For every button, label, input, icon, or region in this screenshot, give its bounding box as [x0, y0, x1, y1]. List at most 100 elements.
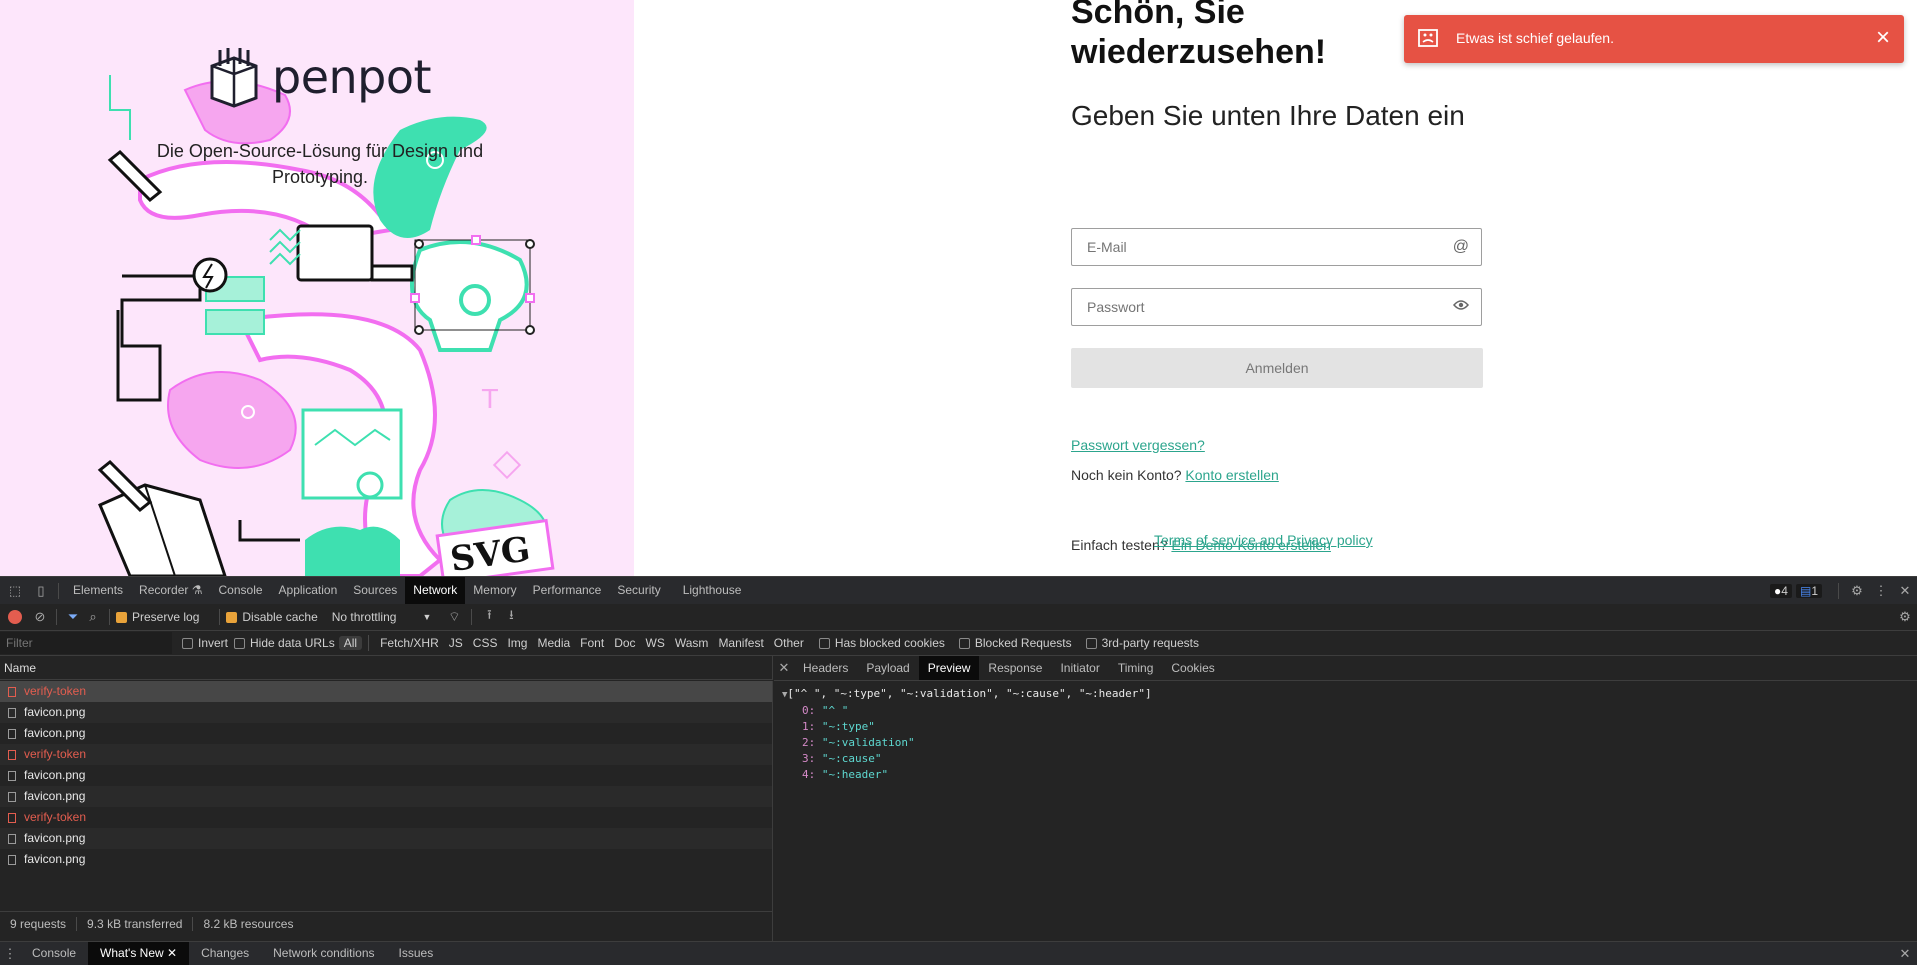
tab-performance[interactable]: Performance: [525, 577, 610, 604]
filter-type-wasm[interactable]: Wasm: [670, 636, 714, 650]
request-row[interactable]: favicon.png: [0, 786, 772, 807]
inspect-icon[interactable]: ⬚: [0, 583, 30, 599]
blocked-requests-checkbox[interactable]: Blocked Requests: [958, 636, 1072, 650]
request-row[interactable]: verify-token: [0, 807, 772, 828]
filter-type-all[interactable]: All: [338, 636, 363, 650]
checkbox-checked[interactable]: [116, 611, 127, 623]
tab-sources[interactable]: Sources: [345, 577, 405, 604]
drawer-tab-changes[interactable]: Changes: [189, 942, 261, 965]
request-row[interactable]: favicon.png: [0, 723, 772, 744]
filter-icon[interactable]: ⏷: [63, 609, 83, 625]
request-list-header[interactable]: Name: [0, 656, 773, 680]
filter-type-fetch[interactable]: Fetch/XHR: [375, 636, 444, 650]
filter-type-css[interactable]: CSS: [468, 636, 503, 650]
tab-payload[interactable]: Payload: [857, 656, 918, 680]
tab-response[interactable]: Response: [979, 656, 1051, 680]
drawer-tab-whats-new[interactable]: What's New ✕: [88, 942, 190, 965]
password-input[interactable]: [1072, 289, 1462, 325]
checkbox[interactable]: [182, 637, 193, 649]
eye-icon[interactable]: [1453, 298, 1469, 316]
login-button[interactable]: Anmelden: [1071, 348, 1483, 388]
drawer-tab-issues[interactable]: Issues: [387, 942, 446, 965]
tab-memory[interactable]: Memory: [465, 577, 524, 604]
drawer-tab-console[interactable]: Console: [20, 942, 88, 965]
close-drawer-icon[interactable]: ✕: [1893, 946, 1917, 962]
flask-icon: ⚗: [191, 583, 203, 597]
json-entry: 2: "~:validation": [802, 736, 915, 749]
request-name: favicon.png: [24, 768, 86, 782]
terms-footer: Terms of service and Privacy policy: [1154, 532, 1373, 548]
terms-link[interactable]: Terms of service: [1154, 532, 1256, 548]
messages-badge[interactable]: ▤ 1: [1795, 583, 1822, 598]
export-har-icon[interactable]: ⭳: [500, 606, 522, 628]
checkbox-checked[interactable]: [226, 611, 238, 623]
checkbox[interactable]: [958, 637, 970, 649]
error-toast: Etwas ist schief gelaufen. ×: [1404, 15, 1904, 63]
close-detail-icon[interactable]: ✕: [774, 660, 794, 676]
search-icon[interactable]: ⌕: [83, 609, 103, 625]
request-row[interactable]: favicon.png: [0, 702, 772, 723]
email-input[interactable]: [1072, 229, 1462, 265]
checkbox[interactable]: [818, 637, 830, 649]
json-root[interactable]: ▼["^ ", "~:type", "~:validation", "~:cau…: [782, 686, 1152, 703]
network-toolbar: ⊘ ⏷ ⌕ Preserve log Disable cache No thro…: [0, 604, 1917, 631]
tab-cookies[interactable]: Cookies: [1162, 656, 1223, 680]
tab-security[interactable]: Security: [609, 577, 668, 604]
checkbox[interactable]: [234, 637, 246, 649]
device-toolbar-icon[interactable]: ▯: [30, 583, 52, 599]
clear-icon[interactable]: ⊘: [30, 609, 50, 625]
request-row[interactable]: favicon.png: [0, 828, 772, 849]
tab-network[interactable]: Network: [405, 577, 466, 604]
filter-type-ws[interactable]: WS: [641, 636, 670, 650]
tab-console[interactable]: Console: [211, 577, 271, 604]
filter-type-font[interactable]: Font: [575, 636, 609, 650]
privacy-link[interactable]: Privacy policy: [1287, 532, 1373, 548]
request-row[interactable]: favicon.png: [0, 849, 772, 870]
drawer-tab-network-conditions[interactable]: Network conditions: [261, 942, 386, 965]
tab-initiator[interactable]: Initiator: [1051, 656, 1108, 680]
network-conditions-icon[interactable]: ⌔: [443, 609, 465, 625]
more-menu-icon[interactable]: ⋮: [1869, 583, 1893, 599]
close-icon[interactable]: ✕: [1893, 583, 1917, 599]
create-account-link[interactable]: Konto erstellen: [1185, 467, 1278, 483]
third-party-checkbox[interactable]: 3rd-party requests: [1085, 636, 1199, 650]
filter-type-media[interactable]: Media: [532, 636, 575, 650]
preserve-log-checkbox[interactable]: Preserve log: [116, 610, 199, 624]
penpot-logo[interactable]: penpot: [208, 46, 432, 108]
close-icon[interactable]: ×: [1876, 24, 1890, 52]
close-icon[interactable]: ✕: [167, 946, 177, 960]
tab-recorder[interactable]: Recorder ⚗: [131, 577, 210, 604]
tab-lighthouse[interactable]: Lighthouse: [675, 577, 750, 604]
tab-timing[interactable]: Timing: [1109, 656, 1163, 680]
checkbox[interactable]: [1085, 637, 1097, 649]
filter-type-manifest[interactable]: Manifest: [713, 636, 768, 650]
disable-cache-checkbox[interactable]: Disable cache: [226, 610, 318, 624]
filter-type-other[interactable]: Other: [769, 636, 809, 650]
network-settings-icon[interactable]: ⚙: [1893, 609, 1917, 625]
tab-headers[interactable]: Headers: [794, 656, 857, 680]
filter-type-img[interactable]: Img: [502, 636, 532, 650]
password-field[interactable]: [1071, 288, 1482, 326]
tab-preview[interactable]: Preview: [918, 656, 980, 680]
invert-checkbox[interactable]: Invert: [182, 636, 228, 650]
json-key: 1: [802, 720, 809, 733]
issues-badge[interactable]: ● 4: [1770, 583, 1792, 598]
filter-type-doc[interactable]: Doc: [609, 636, 640, 650]
import-har-icon[interactable]: ⭱: [478, 606, 500, 628]
gear-icon[interactable]: ⚙: [1845, 583, 1869, 599]
divider: [56, 609, 57, 625]
hide-data-urls-checkbox[interactable]: Hide data URLs: [234, 636, 335, 650]
request-row[interactable]: verify-token: [0, 744, 772, 765]
record-button[interactable]: [8, 610, 22, 624]
request-row[interactable]: verify-token: [0, 681, 772, 702]
tab-elements[interactable]: Elements: [65, 577, 131, 604]
email-field[interactable]: @: [1071, 228, 1482, 266]
drawer-menu-icon[interactable]: ⋮: [0, 946, 20, 962]
filter-type-js[interactable]: JS: [444, 636, 468, 650]
filter-input[interactable]: [0, 632, 172, 654]
request-row[interactable]: favicon.png: [0, 765, 772, 786]
forgot-password-link[interactable]: Passwort vergessen?: [1071, 437, 1205, 453]
blocked-cookies-checkbox[interactable]: Has blocked cookies: [818, 636, 945, 650]
throttling-select[interactable]: No throttling ▼: [332, 610, 432, 624]
tab-application[interactable]: Application: [271, 577, 346, 604]
